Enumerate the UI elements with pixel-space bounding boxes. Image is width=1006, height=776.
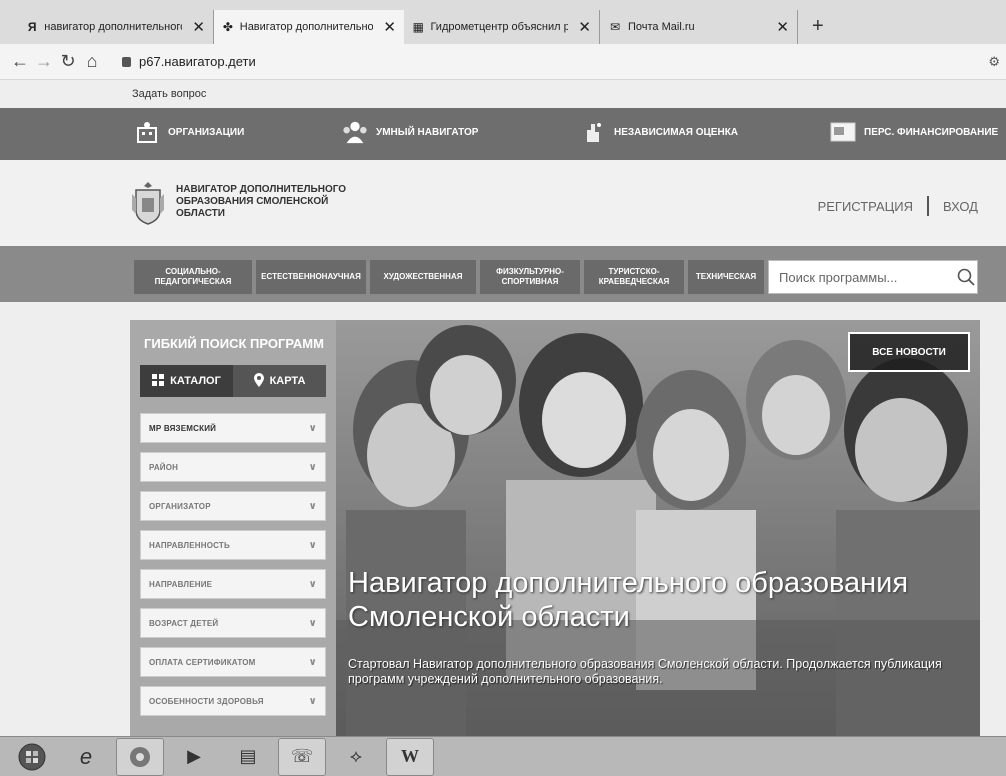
- start-orb-icon[interactable]: [8, 738, 56, 776]
- auth-links: РЕГИСТРАЦИЯ ВХОД: [818, 196, 978, 216]
- tab-title: Навигатор дополнительного об: [239, 21, 374, 33]
- category-artistic[interactable]: ХУДОЖЕСТВЕННАЯ: [370, 260, 476, 294]
- url-text: p67.навигатор.дети: [139, 54, 256, 69]
- close-tab-icon[interactable]: ✕: [776, 18, 789, 36]
- filter-focus[interactable]: НАПРАВЛЕННОСТЬ ∨: [140, 530, 326, 560]
- reload-icon[interactable]: ↻: [56, 51, 80, 72]
- hand-icon: [580, 120, 606, 144]
- nav-label: НЕЗАВИСИМАЯ ОЦЕНКА: [614, 126, 739, 138]
- panel-title: ГИБКИЙ ПОИСК ПРОГРАММ: [144, 336, 324, 351]
- translate-icon[interactable]: ⚙: [988, 54, 1000, 70]
- nav-label: УМНЫЙ НАВИГАТОР: [376, 126, 479, 138]
- chevron-down-icon: ∨: [308, 617, 317, 629]
- tab-title: навигатор дополнительного об: [44, 21, 183, 33]
- nav-personal-financing[interactable]: ПЕРС. ФИНАНСИРОВАНИЕ: [830, 120, 998, 144]
- category-natural-science[interactable]: ЕСТЕСТВЕННОНАУЧНАЯ: [256, 260, 366, 294]
- taskbar: e ▶ ▤ ☏ ⟡ W: [0, 736, 1006, 776]
- hero-text: Стартовал Навигатор дополнительного обра…: [348, 657, 942, 686]
- category-social-pedagogical[interactable]: СОЦИАЛЬНО-ПЕДАГОГИЧЕСКАЯ: [134, 260, 252, 294]
- top-navigation: ОРГАНИЗАЦИИ УМНЫЙ НАВИГАТОР НЕЗАВИСИМАЯ …: [0, 108, 1006, 160]
- view-toggle: КАТАЛОГ КАРТА: [140, 365, 326, 397]
- close-tab-icon[interactable]: ✕: [383, 18, 396, 36]
- nav-smart-navigator[interactable]: УМНЫЙ НАВИГАТОР: [342, 120, 478, 144]
- home-icon[interactable]: ⌂: [80, 51, 104, 72]
- search-input[interactable]: [769, 261, 955, 293]
- chevron-down-icon: ∨: [308, 539, 317, 551]
- tab-title: Почта Mail.ru: [628, 21, 695, 33]
- filter-municipality[interactable]: МР ВЯЗЕМСКИЙ ∨: [140, 413, 326, 443]
- site-header: НАВИГАТОР ДОПОЛНИТЕЛЬНОГО ОБРАЗОВАНИЯ СМ…: [0, 160, 1006, 246]
- people-icon: [342, 120, 368, 144]
- chevron-down-icon: ∨: [308, 500, 317, 512]
- viber-icon[interactable]: ☏: [278, 737, 326, 776]
- close-tab-icon[interactable]: ✕: [578, 18, 591, 36]
- word-icon[interactable]: W: [386, 737, 434, 776]
- category-bar: СОЦИАЛЬНО-ПЕДАГОГИЧЕСКАЯ ЕСТЕСТВЕННОНАУЧ…: [0, 246, 1006, 302]
- nav-label: ПЕРС. ФИНАНСИРОВАНИЕ: [864, 126, 999, 138]
- ie-icon[interactable]: e: [62, 738, 110, 776]
- catalog-tab[interactable]: КАТАЛОГ: [140, 365, 233, 397]
- map-tab[interactable]: КАРТА: [233, 365, 326, 397]
- chevron-down-icon: ∨: [308, 422, 317, 434]
- category-sport[interactable]: ФИЗКУЛЬТУРНО-СПОРТИВНАЯ: [480, 260, 580, 294]
- nav-independent-assessment[interactable]: НЕЗАВИСИМАЯ ОЦЕНКА: [580, 120, 738, 144]
- nav-organizations[interactable]: ОРГАНИЗАЦИИ: [134, 120, 244, 144]
- lock-icon: [122, 56, 131, 67]
- hero-banner[interactable]: ВСЕ НОВОСТИ Навигатор дополнительного об…: [336, 320, 980, 736]
- chevron-down-icon: ∨: [308, 695, 317, 707]
- catalog-label: КАТАЛОГ: [170, 375, 221, 387]
- nav-label: ОРГАНИЗАЦИИ: [168, 126, 245, 138]
- web-page: Задать вопрос ОРГАНИЗАЦИИ УМНЫЙ НАВИГАТО…: [0, 80, 1006, 736]
- chevron-down-icon: ∨: [308, 461, 317, 473]
- grid-icon: [152, 373, 165, 389]
- mail-favicon-icon: ✉: [609, 20, 621, 34]
- browser-tab[interactable]: Я навигатор дополнительного об ✕: [18, 10, 214, 44]
- filter-age[interactable]: ВОЗРАСТ ДЕТЕЙ ∨: [140, 608, 326, 638]
- yandex-favicon-icon: Я: [27, 20, 37, 34]
- browser-tab[interactable]: ▦ Гидрометцентр объяснил резк ✕: [404, 10, 600, 44]
- category-tourism[interactable]: ТУРИСТСКО-КРАЕВЕДЧЕСКАЯ: [584, 260, 684, 294]
- login-link[interactable]: ВХОД: [943, 199, 978, 214]
- url-field[interactable]: p67.навигатор.дети: [122, 54, 256, 69]
- hero-title: Навигатор дополнительного образования См…: [348, 567, 909, 633]
- register-link[interactable]: РЕГИСТРАЦИЯ: [818, 199, 913, 214]
- building-icon: [134, 120, 160, 144]
- coat-of-arms-logo-icon[interactable]: [130, 180, 166, 226]
- printer-icon[interactable]: ▤: [224, 738, 272, 776]
- navigator-favicon-icon: ✤: [222, 20, 233, 34]
- browser-tab[interactable]: ✉ Почта Mail.ru ✕: [600, 10, 798, 44]
- browser-tab-active[interactable]: ✤ Навигатор дополнительного об ✕: [214, 10, 404, 44]
- all-news-button[interactable]: ВСЕ НОВОСТИ: [848, 332, 970, 372]
- close-tab-icon[interactable]: ✕: [192, 18, 205, 36]
- filter-direction[interactable]: НАПРАВЛЕНИЕ ∨: [140, 569, 326, 599]
- divider: [927, 196, 930, 216]
- card-icon: [830, 120, 856, 144]
- new-tab-button[interactable]: +: [812, 15, 824, 38]
- filter-organizer[interactable]: ОРГАНИЗАТОР ∨: [140, 491, 326, 521]
- map-pin-icon: [253, 372, 264, 390]
- media-player-icon[interactable]: ▶: [170, 738, 218, 776]
- map-label: КАРТА: [269, 375, 306, 387]
- chevron-down-icon: ∨: [308, 656, 317, 668]
- flexible-search-panel: ГИБКИЙ ПОИСК ПРОГРАММ КАТАЛОГ КАРТА МР В…: [130, 320, 336, 736]
- chevron-down-icon: ∨: [308, 578, 317, 590]
- search-icon[interactable]: [955, 261, 977, 293]
- tab-title: Гидрометцентр объяснил резк: [430, 21, 569, 33]
- category-technical[interactable]: ТЕХНИЧЕСКАЯ: [688, 260, 764, 294]
- gismeteo-favicon-icon: ▦: [412, 20, 424, 34]
- program-search: [768, 260, 978, 294]
- browser-tab-bar: Я навигатор дополнительного об ✕ ✤ Навиг…: [0, 0, 1006, 44]
- pdf-icon[interactable]: ⟡: [332, 738, 380, 776]
- filter-district[interactable]: РАЙОН ∨: [140, 452, 326, 482]
- filter-health[interactable]: ОСОБЕННОСТИ ЗДОРОВЬЯ ∨: [140, 686, 326, 716]
- site-name[interactable]: НАВИГАТОР ДОПОЛНИТЕЛЬНОГО ОБРАЗОВАНИЯ СМ…: [176, 184, 356, 220]
- address-bar: ← → ↻ ⌂ p67.навигатор.дети ⚙: [0, 44, 1006, 80]
- ask-question-link[interactable]: Задать вопрос: [132, 88, 206, 100]
- back-arrow-icon[interactable]: ←: [8, 51, 32, 72]
- filter-certificate-payment[interactable]: ОПЛАТА СЕРТИФИКАТОМ ∨: [140, 647, 326, 677]
- chrome-icon[interactable]: [116, 737, 164, 776]
- forward-arrow-icon[interactable]: →: [32, 51, 56, 72]
